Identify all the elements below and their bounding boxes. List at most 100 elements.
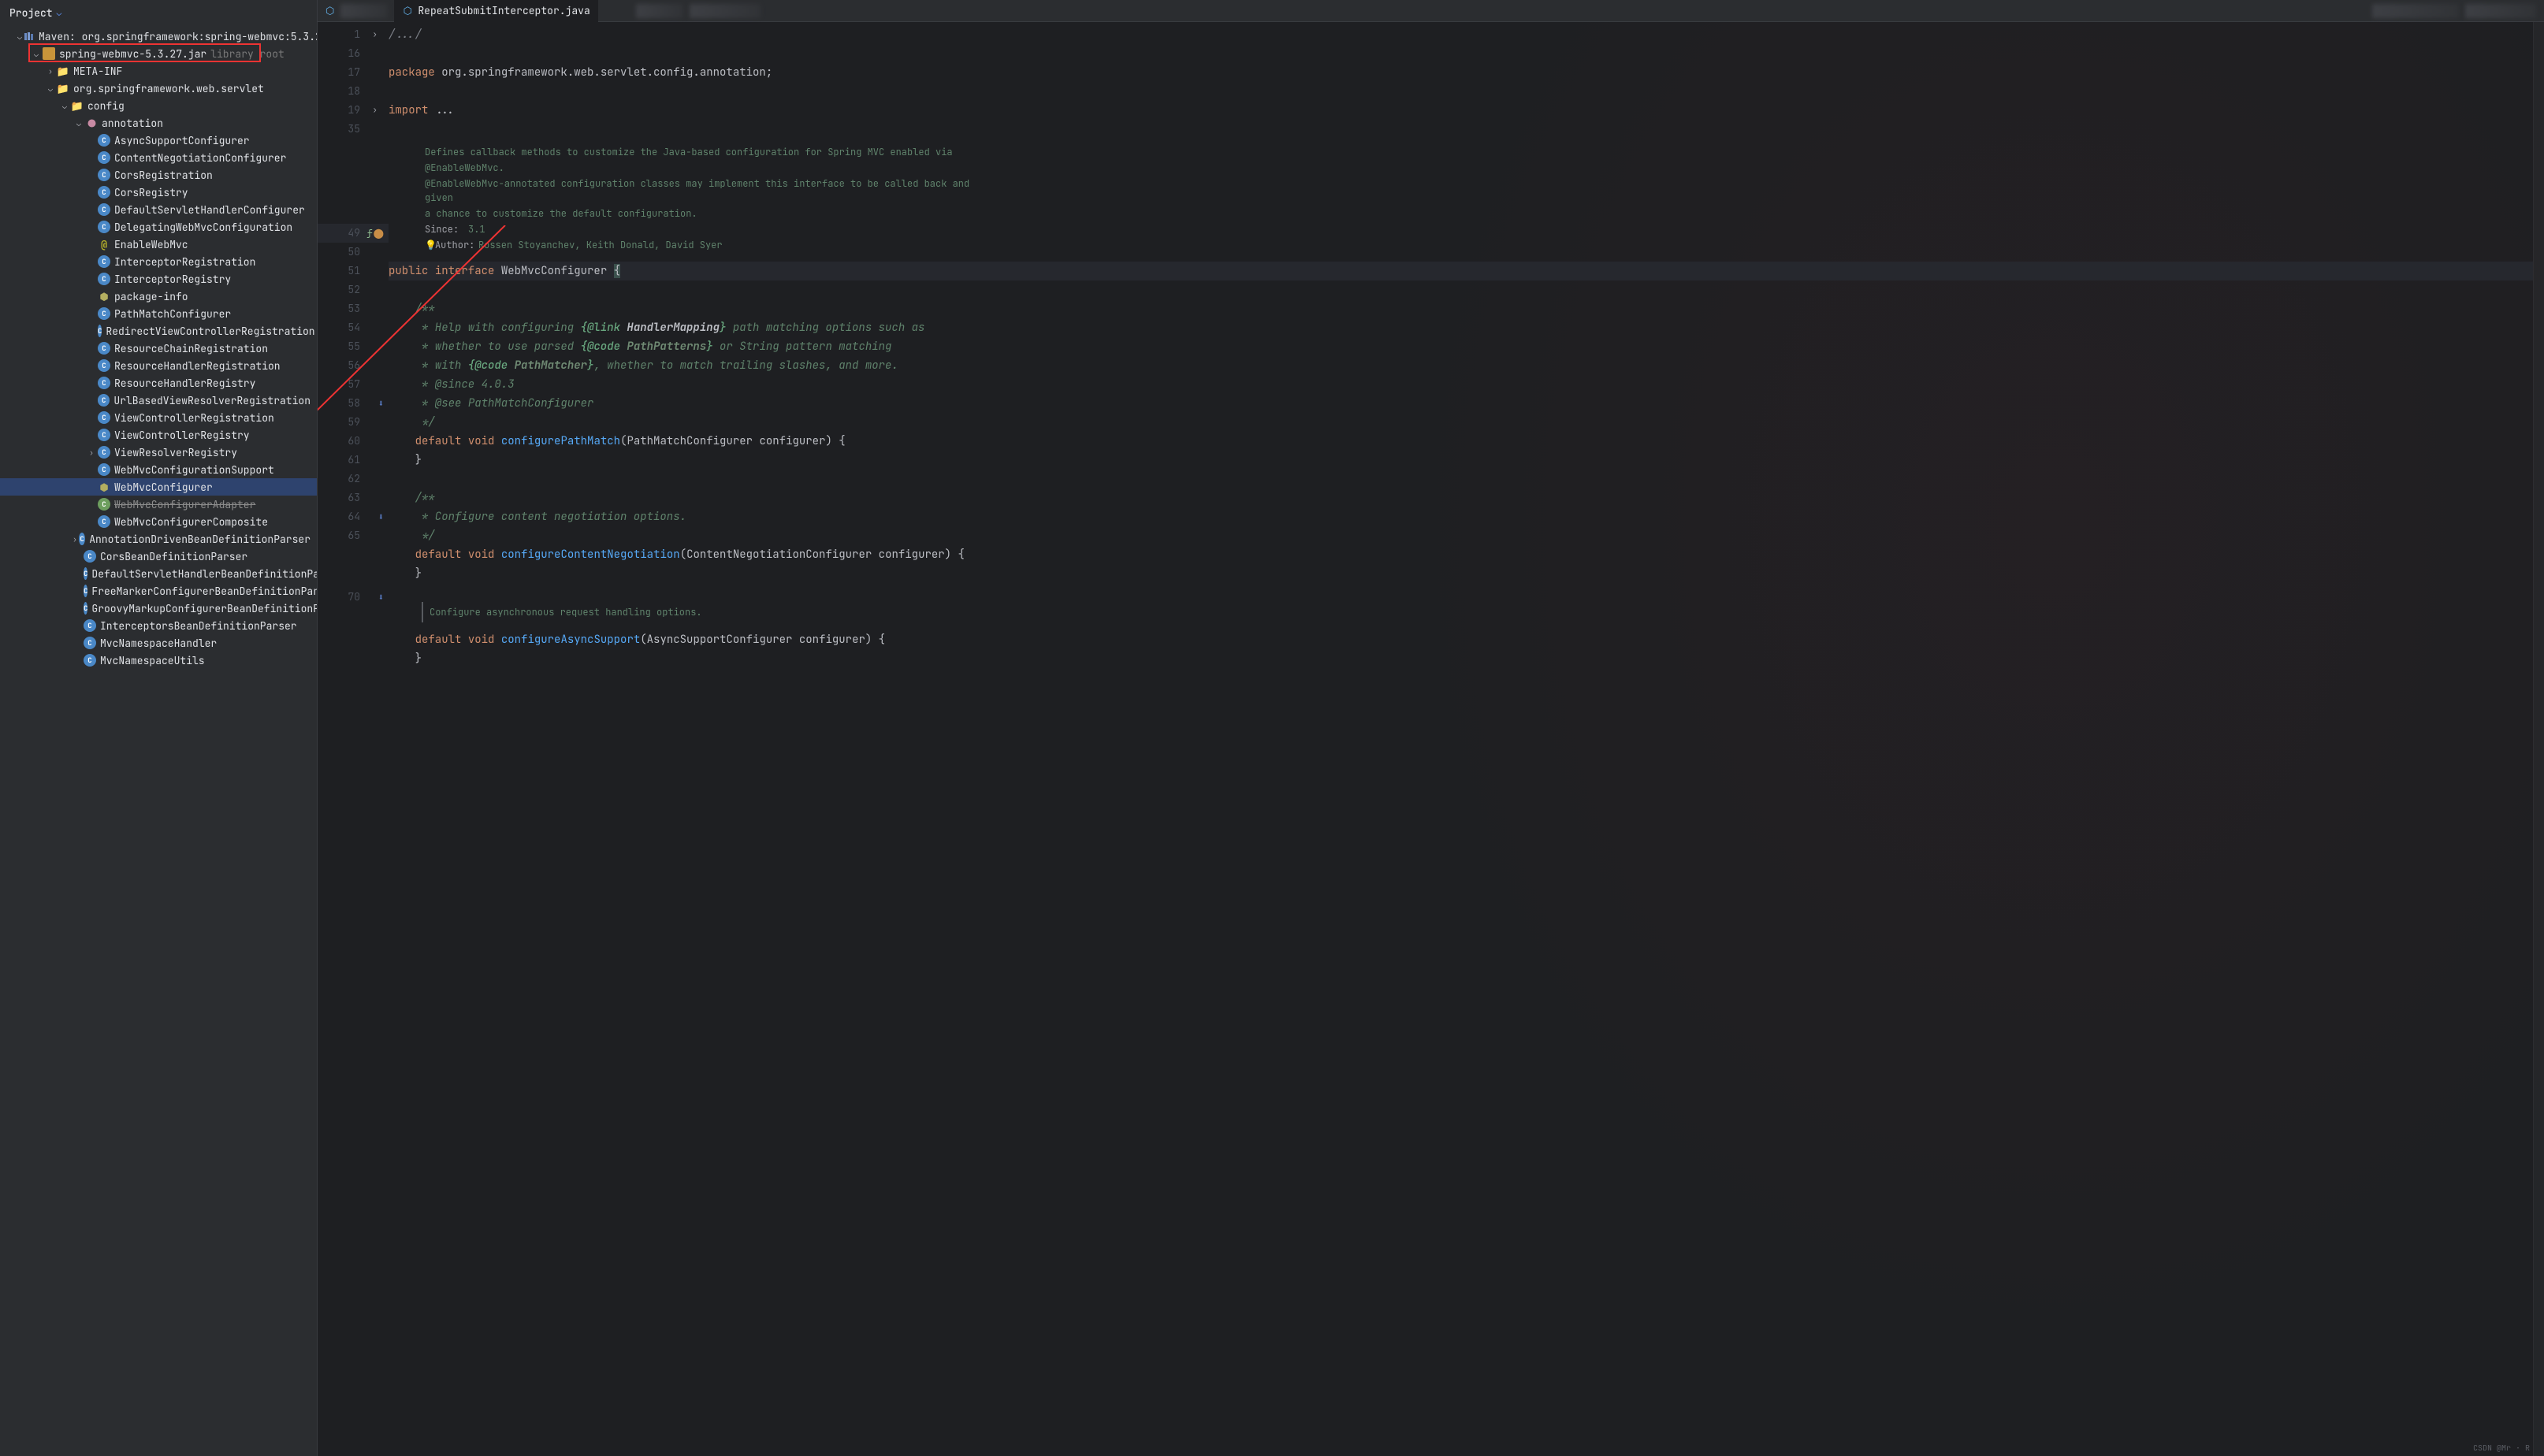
tree-class[interactable]: CInterceptorsBeanDefinitionParser <box>0 617 317 634</box>
fold-icon[interactable]: › <box>372 25 384 44</box>
line-number: 54 <box>348 321 360 334</box>
tree-class[interactable]: CDelegatingWebMvcConfiguration <box>0 218 317 236</box>
line-number: 49 <box>348 226 360 240</box>
project-sidebar: Project ⌄ ⌄ Maven: org.springframework:s… <box>0 0 318 1456</box>
tree-class[interactable]: CInterceptorRegistry <box>0 270 317 288</box>
tree-class[interactable]: CResourceChainRegistration <box>0 340 317 357</box>
line-number: 61 <box>348 453 360 466</box>
class-icon: C <box>98 463 110 476</box>
tree-class[interactable]: CDefaultServletHandlerConfigurer <box>0 201 317 218</box>
tree-label: DefaultServletHandlerBeanDefinitionParse… <box>91 567 317 581</box>
editor-body[interactable]: 1› 16 17 18 19› 35 49⬤ƒ 50 51 52 53 54 5… <box>318 22 2544 1456</box>
line-number: 1 <box>354 28 360 41</box>
editor-tab-bar[interactable]: ⬡ ⬡ RepeatSubmitInterceptor.java <box>318 0 2544 22</box>
override-icon[interactable]: ⬇ <box>378 394 384 413</box>
class-icon: C <box>84 585 87 597</box>
tree-class[interactable]: CResourceHandlerRegistry <box>0 374 317 392</box>
tree-class[interactable]: CCorsBeanDefinitionParser <box>0 548 317 565</box>
tree-label: EnableWebMvc <box>114 238 188 251</box>
tree-label: ViewControllerRegistration <box>114 411 274 425</box>
hidden-tab[interactable] <box>340 4 388 18</box>
tree-class[interactable]: CAsyncSupportConfigurer <box>0 132 317 149</box>
tree-class[interactable]: CInterceptorRegistration <box>0 253 317 270</box>
override-icon[interactable]: ⬇ <box>378 507 384 526</box>
tree-label: PathMatchConfigurer <box>114 307 231 321</box>
tree-class[interactable]: CCorsRegistration <box>0 166 317 184</box>
tree-folder-servlet[interactable]: ⌄ 📁 org.springframework.web.servlet <box>0 80 317 97</box>
tree-interface-webmvcconfigurer[interactable]: ⬢WebMvcConfigurer <box>0 478 317 496</box>
package-icon <box>85 117 98 129</box>
tree-jar-node[interactable]: ⌄ spring-webmvc-5.3.27.jar library root <box>0 45 317 62</box>
chevron-right-icon: › <box>87 448 96 458</box>
scrollbar[interactable] <box>2533 22 2544 1456</box>
tree-label: WebMvcConfigurerAdapter <box>114 498 255 511</box>
cube-icon: ⬡ <box>402 6 413 17</box>
sidebar-title-row[interactable]: Project ⌄ <box>0 0 317 26</box>
class-icon: C <box>84 567 87 580</box>
tree-class[interactable]: CGroovyMarkupConfigurerBeanDefinitionPar… <box>0 600 317 617</box>
tree-class[interactable]: CWebMvcConfigurerComposite <box>0 513 317 530</box>
tree-label: org.springframework.web.servlet <box>73 82 264 95</box>
line-number: 62 <box>348 472 360 485</box>
override-icon[interactable]: ⬇ <box>378 588 384 607</box>
fold-icon[interactable]: › <box>372 101 384 120</box>
tree-class[interactable]: CRedirectViewControllerRegistration <box>0 322 317 340</box>
line-number: 35 <box>348 122 360 136</box>
chevron-down-icon: ⌄ <box>60 101 69 111</box>
hidden-tab[interactable] <box>2465 4 2536 18</box>
tree-class[interactable]: CResourceHandlerRegistration <box>0 357 317 374</box>
class-icon: C <box>98 325 102 337</box>
tree-maven-root[interactable]: ⌄ Maven: org.springframework:spring-webm… <box>0 28 317 45</box>
line-number: 57 <box>348 377 360 391</box>
hidden-tab[interactable] <box>636 4 683 18</box>
javadoc-rendered: Defines callback methods to customize th… <box>420 142 987 257</box>
class-icon: C <box>98 307 110 320</box>
code-content[interactable]: /.../ package org.springframework.web.se… <box>389 22 2533 1456</box>
hidden-tab[interactable] <box>2372 4 2459 18</box>
tree-class[interactable]: CCorsRegistry <box>0 184 317 201</box>
tree-class[interactable]: C PathMatchConfigurer <box>0 305 317 322</box>
tree-folder-metainf[interactable]: › 📁 META-INF <box>0 62 317 80</box>
implementers-icon[interactable]: ⬤ <box>374 224 384 243</box>
tree-label: WebMvcConfigurationSupport <box>114 463 274 477</box>
java-file-icon: ⬢ <box>98 290 110 303</box>
tree-label: GroovyMarkupConfigurerBeanDefinitionPars… <box>91 602 317 615</box>
tree-class[interactable]: CViewControllerRegistration <box>0 409 317 426</box>
override-icon[interactable]: ƒ <box>367 224 373 243</box>
hidden-tab[interactable] <box>690 4 761 18</box>
tree-annotation[interactable]: @EnableWebMvc <box>0 236 317 253</box>
tree-class[interactable]: ›C AnnotationDrivenBeanDefinitionParser <box>0 530 317 548</box>
line-number: 56 <box>348 358 360 372</box>
tree-java[interactable]: ⬢package-info <box>0 288 317 305</box>
tree-class-deprecated[interactable]: CWebMvcConfigurerAdapter <box>0 496 317 513</box>
tree-label: AnnotationDrivenBeanDefinitionParser <box>89 533 311 546</box>
class-icon: C <box>79 533 85 545</box>
line-number: 64 <box>348 510 360 523</box>
line-number: 65 <box>348 529 360 542</box>
line-number: 16 <box>348 46 360 60</box>
chevron-right-icon: › <box>46 66 55 76</box>
class-icon: C <box>98 221 110 233</box>
class-icon: C <box>84 637 96 649</box>
class-icon: C <box>98 429 110 441</box>
chevron-down-icon: ⌄ <box>74 118 84 128</box>
class-icon: C <box>84 550 96 563</box>
tree-package-annotation[interactable]: ⌄ annotation <box>0 114 317 132</box>
class-icon: C <box>98 169 110 181</box>
tree-class[interactable]: CUrlBasedViewResolverRegistration <box>0 392 317 409</box>
tree-class[interactable]: CContentNegotiationConfigurer <box>0 149 317 166</box>
line-number: 55 <box>348 340 360 353</box>
tree-class[interactable]: CFreeMarkerConfigurerBeanDefinitionParse… <box>0 582 317 600</box>
tree-class[interactable]: C DefaultServletHandlerBeanDefinitionPars… <box>0 565 317 582</box>
tree-class[interactable]: ›CViewResolverRegistry <box>0 444 317 461</box>
project-tree[interactable]: ⌄ Maven: org.springframework:spring-webm… <box>0 26 317 1456</box>
chevron-right-icon: › <box>73 534 77 544</box>
tree-class[interactable]: CMvcNamespaceHandler <box>0 634 317 652</box>
editor-tab-active[interactable]: ⬡ RepeatSubmitInterceptor.java <box>394 0 597 22</box>
tree-class[interactable]: CViewControllerRegistry <box>0 426 317 444</box>
tree-class[interactable]: CMvcNamespaceUtils <box>0 652 317 669</box>
chevron-down-icon: ⌄ <box>17 32 22 42</box>
editor-gutter[interactable]: 1› 16 17 18 19› 35 49⬤ƒ 50 51 52 53 54 5… <box>318 22 389 1456</box>
tree-folder-config[interactable]: ⌄ 📁 config <box>0 97 317 114</box>
tree-class[interactable]: C WebMvcConfigurationSupport <box>0 461 317 478</box>
